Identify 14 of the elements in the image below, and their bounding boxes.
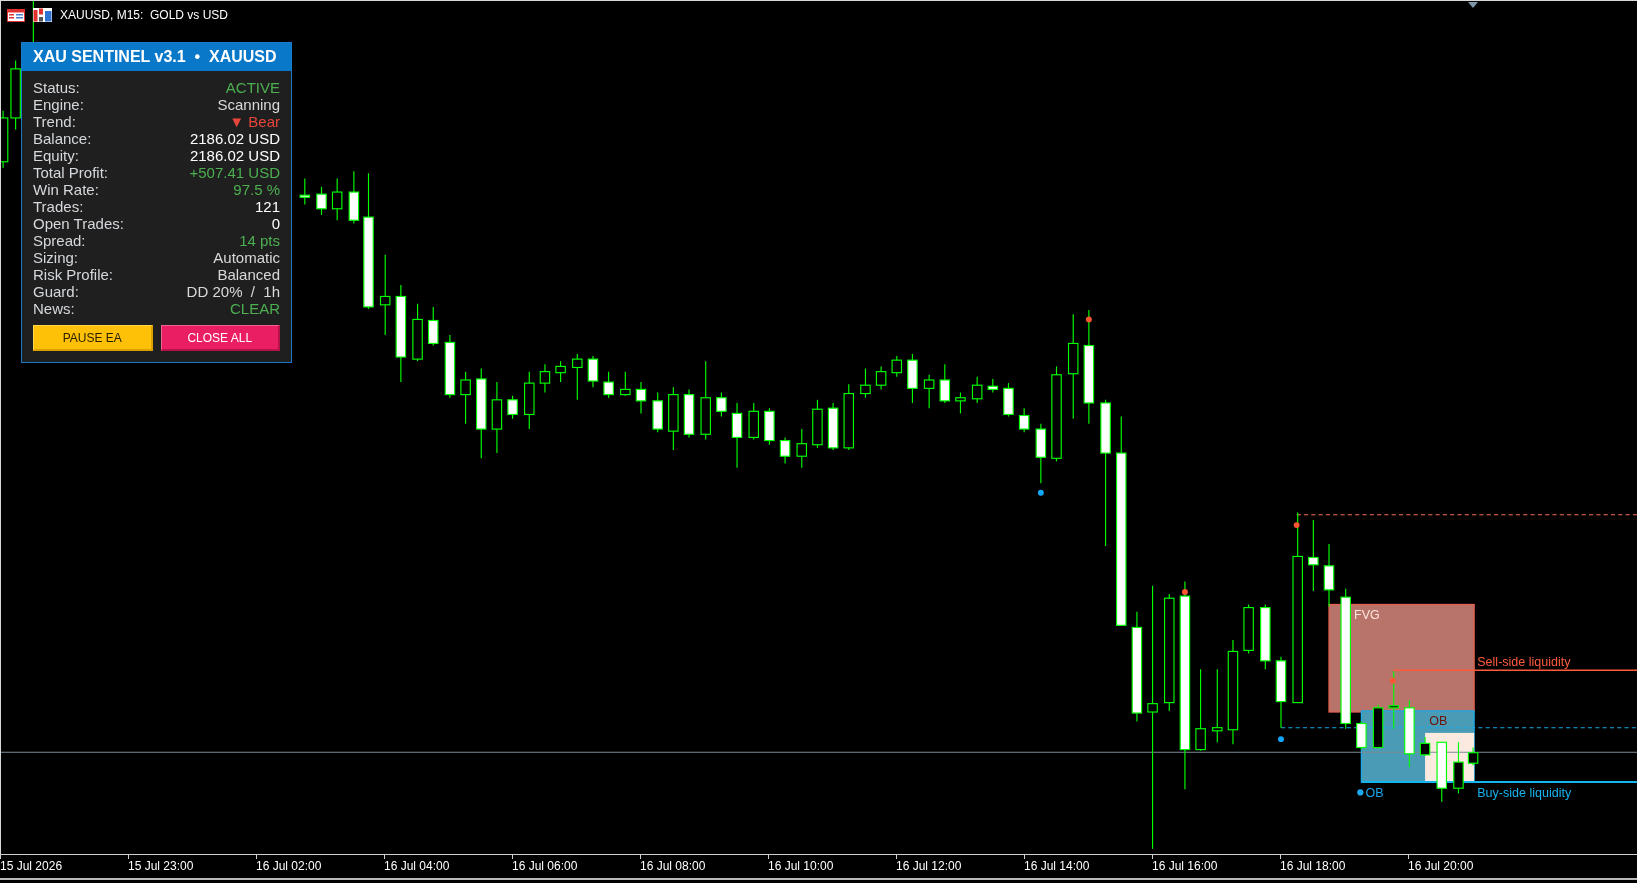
time-label: 16 Jul 04:00 <box>384 859 450 873</box>
time-label: 16 Jul 08:00 <box>640 859 706 873</box>
time-label: 15 Jul 2026 <box>0 859 63 873</box>
time-label: 16 Jul 10:00 <box>768 859 834 873</box>
time-label: 16 Jul 02:00 <box>256 859 322 873</box>
time-label: 16 Jul 12:00 <box>896 859 962 873</box>
liquidity-label: Buy-side liquidity <box>1477 785 1572 800</box>
time-label: 16 Jul 18:00 <box>1280 859 1346 873</box>
time-label: 16 Jul 14:00 <box>1024 859 1090 873</box>
time-label: 16 Jul 06:00 <box>512 859 578 873</box>
time-label: 15 Jul 23:00 <box>128 859 194 873</box>
time-label: 16 Jul 20:00 <box>1408 859 1474 873</box>
time-label: 16 Jul 16:00 <box>1152 859 1218 873</box>
liquidity-label: Sell-side liquidity <box>1477 655 1571 670</box>
